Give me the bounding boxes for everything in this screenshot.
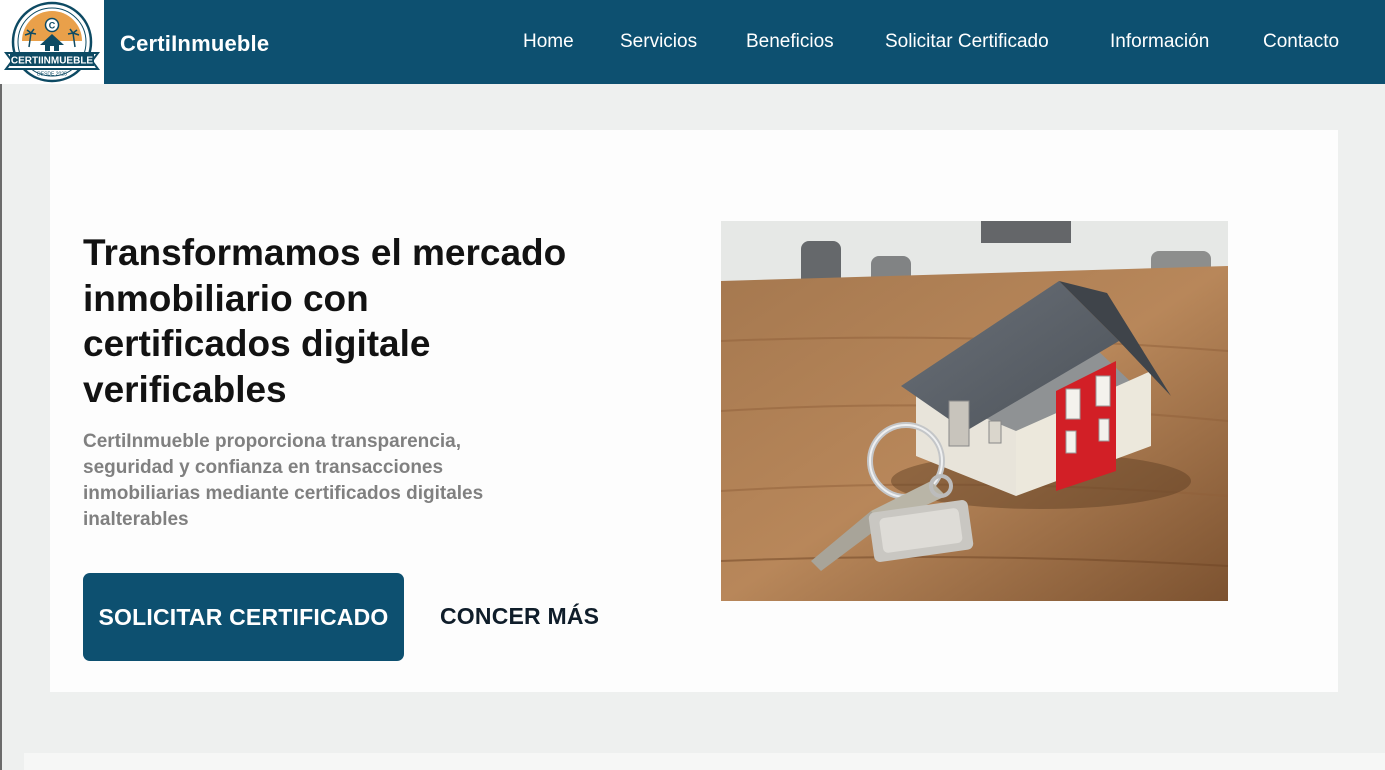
- nav-home[interactable]: Home: [523, 31, 574, 53]
- nav-solicitar-certificado[interactable]: Solicitar Certificado: [885, 31, 1049, 53]
- site-header: C CERTIINMUEBLE DESDE 2025 CertiInmueble…: [0, 0, 1385, 84]
- page-left-border: [0, 84, 2, 770]
- solicitar-certificado-button[interactable]: SOLICITAR CERTIFICADO: [83, 573, 404, 661]
- brand-name[interactable]: CertiInmueble: [120, 31, 269, 57]
- svg-text:CERTIINMUEBLE: CERTIINMUEBLE: [11, 56, 94, 67]
- nav-servicios[interactable]: Servicios: [620, 31, 697, 53]
- house-keys-photo-icon: [721, 221, 1228, 601]
- hero-card: Transformamos el mercado inmobiliario co…: [50, 130, 1338, 692]
- next-section-edge: [24, 753, 1385, 770]
- conocer-mas-link[interactable]: CONCER MÁS: [440, 603, 599, 630]
- certiinmueble-logo-icon: C CERTIINMUEBLE DESDE 2025: [4, 1, 100, 83]
- svg-text:C: C: [49, 21, 56, 31]
- svg-text:DESDE 2025: DESDE 2025: [37, 72, 67, 78]
- hero-house-image: [721, 221, 1228, 601]
- nav-informacion[interactable]: Información: [1110, 31, 1209, 53]
- nav-beneficios[interactable]: Beneficios: [746, 31, 834, 53]
- hero-description: CertiInmueble proporciona transparencia,…: [83, 431, 484, 530]
- nav-contacto[interactable]: Contacto: [1263, 31, 1339, 53]
- logo[interactable]: C CERTIINMUEBLE DESDE 2025: [0, 0, 104, 84]
- hero-title: Transformamos el mercado inmobiliario co…: [83, 232, 567, 410]
